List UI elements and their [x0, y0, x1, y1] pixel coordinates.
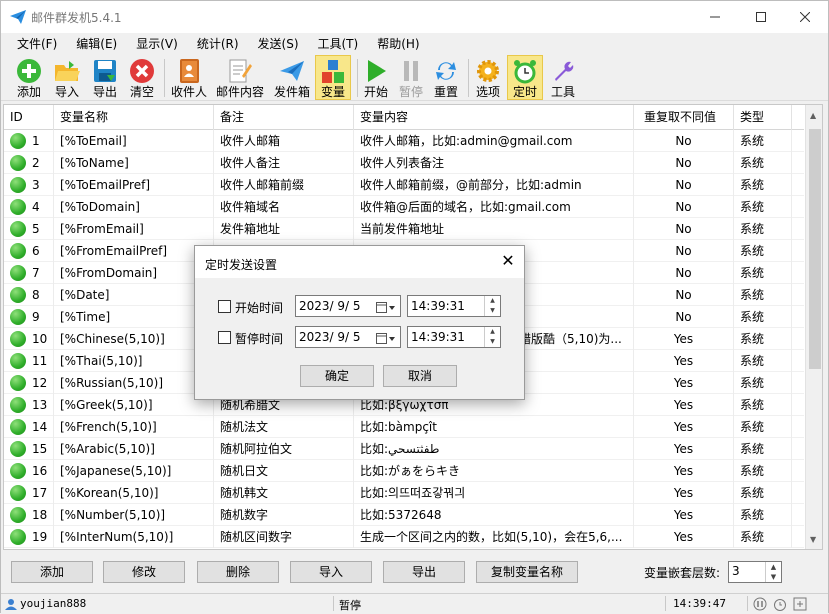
- spin-down-icon[interactable]: ▼: [484, 337, 500, 347]
- cancel-button[interactable]: 取消: [383, 365, 457, 387]
- start-time-checkbox[interactable]: [218, 300, 231, 313]
- pause-time-value: 14:39:31: [411, 330, 465, 344]
- start-time-label: 开始时间: [235, 301, 284, 315]
- calendar-dropdown-icon[interactable]: [376, 300, 396, 320]
- dialog-header: 定时发送设置 ✕: [195, 246, 524, 278]
- start-time-value: 14:39:31: [411, 299, 465, 313]
- pause-time-picker[interactable]: 14:39:31 ▲ ▼: [407, 326, 501, 348]
- dialog-close-icon[interactable]: ✕: [496, 250, 520, 274]
- pause-time-label: 暂停时间: [235, 332, 284, 346]
- start-time-picker[interactable]: 14:39:31 ▲ ▼: [407, 295, 501, 317]
- pause-date-picker[interactable]: 2023/ 9/ 5: [295, 326, 401, 348]
- spin-down-icon[interactable]: ▼: [484, 306, 500, 316]
- calendar-dropdown-icon[interactable]: [376, 331, 396, 351]
- pause-time-checkbox[interactable]: [218, 331, 231, 344]
- modal-overlay: 定时发送设置 ✕ 开始时间 2023/ 9/ 5 14:39:31 ▲ ▼ 暂停…: [0, 0, 829, 613]
- pause-date-value: 2023/ 9/ 5: [299, 330, 361, 344]
- start-date-picker[interactable]: 2023/ 9/ 5: [295, 295, 401, 317]
- ok-button[interactable]: 确定: [300, 365, 374, 387]
- timer-settings-dialog: 定时发送设置 ✕ 开始时间 2023/ 9/ 5 14:39:31 ▲ ▼ 暂停…: [194, 245, 525, 400]
- start-date-value: 2023/ 9/ 5: [299, 299, 361, 313]
- dialog-title: 定时发送设置: [205, 258, 278, 272]
